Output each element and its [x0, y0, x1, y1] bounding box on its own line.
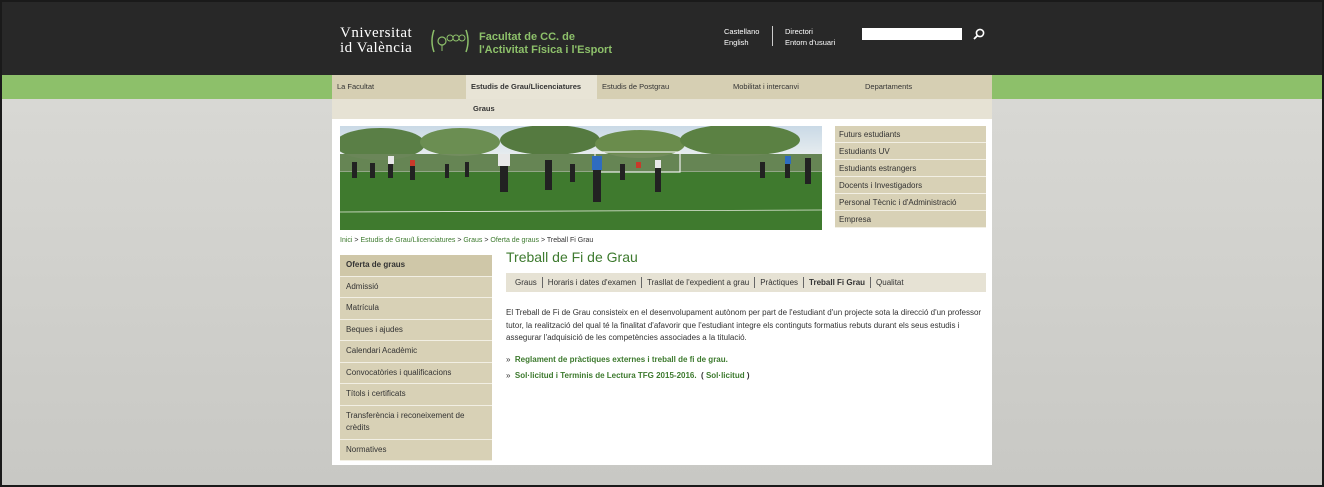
tab-practiques[interactable]: Pràctiques: [755, 277, 805, 288]
audience-personal-tecnic[interactable]: Personal Tècnic i d'Administració: [835, 194, 986, 211]
university-logo[interactable]: Vniversitat id València: [340, 26, 412, 56]
page-title: Treball de Fi de Grau: [506, 249, 638, 265]
menu-calendari[interactable]: Calendari Acadèmic: [340, 341, 492, 363]
document-links: » Reglament de pràctiques externes i tre…: [506, 355, 986, 380]
faculty-title-line-2: l'Activitat Física i l'Esport: [479, 44, 612, 56]
nav-estudis-grau[interactable]: Estudis de Grau/Llicenciatures: [466, 75, 597, 99]
paren-close: ): [746, 370, 750, 380]
header-divider: [772, 26, 773, 46]
tab-qualitat[interactable]: Qualitat: [871, 277, 909, 288]
nav-estudis-postgrau[interactable]: Estudis de Postgrau: [597, 75, 728, 99]
entorn-usuari-link[interactable]: Entorn d'usuari: [785, 37, 835, 48]
bullet-icon: »: [506, 370, 511, 380]
main-navigation: La Facultat Estudis de Grau/Llicenciatur…: [332, 75, 992, 99]
tab-horaris[interactable]: Horaris i dates d'examen: [543, 277, 643, 288]
audience-estudiants-uv[interactable]: Estudiants UV: [835, 143, 986, 160]
faculty-emblem-icon: [431, 29, 469, 53]
audience-docents[interactable]: Docents i Investigadors: [835, 177, 986, 194]
nav-la-facultat[interactable]: La Facultat: [332, 75, 466, 99]
breadcrumb: Inici > Estudis de Grau/Llicenciatures >…: [340, 237, 593, 244]
solicitud-terminis-link[interactable]: Sol·licitud i Terminis de Lectura TFG 20…: [515, 371, 697, 380]
breadcrumb-separator: >: [539, 237, 547, 244]
search-input[interactable]: [862, 28, 962, 40]
breadcrumb-oferta-graus[interactable]: Oferta de graus: [490, 237, 539, 244]
menu-beques[interactable]: Beques i ajudes: [340, 319, 492, 341]
menu-transferencia[interactable]: Transferència i reconeixement de crèdits: [340, 405, 492, 440]
nav-departaments[interactable]: Departaments: [860, 75, 992, 99]
audience-futurs-estudiants[interactable]: Futurs estudiants: [835, 126, 986, 143]
logo-line-2: id València: [340, 40, 413, 56]
audience-menu: Futurs estudiants Estudiants UV Estudian…: [835, 126, 986, 228]
bullet-icon: »: [506, 354, 511, 364]
browser-frame: Vniversitat id València Facultat de CC. …: [0, 0, 1324, 487]
content-tabs: Graus Horaris i dates d'examen Trasllat …: [506, 273, 986, 292]
logo-line-1: Vniversitat: [340, 25, 413, 41]
main-content: Treball de Fi de Grau Graus Horaris i da…: [506, 249, 986, 387]
banner-image: [340, 126, 822, 230]
utility-links: Directori Entorn d'usuari: [785, 26, 835, 48]
tab-graus[interactable]: Graus: [510, 277, 543, 288]
menu-admissio[interactable]: Admissió: [340, 276, 492, 298]
breadcrumb-inici[interactable]: Inici: [340, 237, 352, 244]
reglament-link[interactable]: Reglament de pràctiques externes i treba…: [515, 355, 728, 364]
link-item: » Sol·licitud i Terminis de Lectura TFG …: [506, 371, 986, 380]
sub-navigation: Graus: [332, 99, 992, 119]
subnav-graus[interactable]: Graus: [473, 99, 495, 119]
breadcrumb-graus[interactable]: Graus: [463, 237, 482, 244]
tab-treball-fi-grau[interactable]: Treball Fi Grau: [804, 277, 872, 288]
breadcrumb-current: Treball Fi Grau: [546, 237, 594, 244]
nav-mobilitat[interactable]: Mobilitat i intercanvi: [728, 75, 860, 99]
tab-trasllat[interactable]: Trasllat de l'expedient a grau: [642, 277, 756, 288]
menu-convocatories[interactable]: Convocatòries i qualificacions: [340, 362, 492, 384]
menu-titols[interactable]: Títols i certificats: [340, 384, 492, 406]
solicitud-link[interactable]: Sol·licitud: [706, 371, 745, 380]
audience-estudiants-estrangers[interactable]: Estudiants estrangers: [835, 160, 986, 177]
page-container: La Facultat Estudis de Grau/Llicenciatur…: [332, 75, 992, 465]
menu-matricula[interactable]: Matrícula: [340, 298, 492, 320]
language-selector: Castellano English: [724, 26, 759, 48]
search-icon[interactable]: [972, 27, 986, 41]
link-item: » Reglament de pràctiques externes i tre…: [506, 355, 986, 364]
faculty-title-line-1: Facultat de CC. de: [479, 31, 575, 43]
section-menu: Oferta de graus Admissió Matrícula Beque…: [340, 255, 492, 461]
audience-empresa[interactable]: Empresa: [835, 211, 986, 228]
lang-castellano-link[interactable]: Castellano: [724, 26, 759, 37]
intro-paragraph: El Treball de Fi de Grau consisteix en e…: [506, 308, 982, 342]
site-header: Vniversitat id València Facultat de CC. …: [2, 2, 1322, 75]
faculty-title[interactable]: Facultat de CC. de l'Activitat Física i …: [479, 31, 612, 57]
directori-link[interactable]: Directori: [785, 26, 835, 37]
menu-normatives[interactable]: Normatives: [340, 439, 492, 461]
paren-open: (: [701, 370, 704, 380]
breadcrumb-estudis-grau[interactable]: Estudis de Grau/Llicenciatures: [360, 237, 455, 244]
lang-english-link[interactable]: English: [724, 37, 759, 48]
menu-oferta-graus[interactable]: Oferta de graus: [340, 255, 492, 277]
